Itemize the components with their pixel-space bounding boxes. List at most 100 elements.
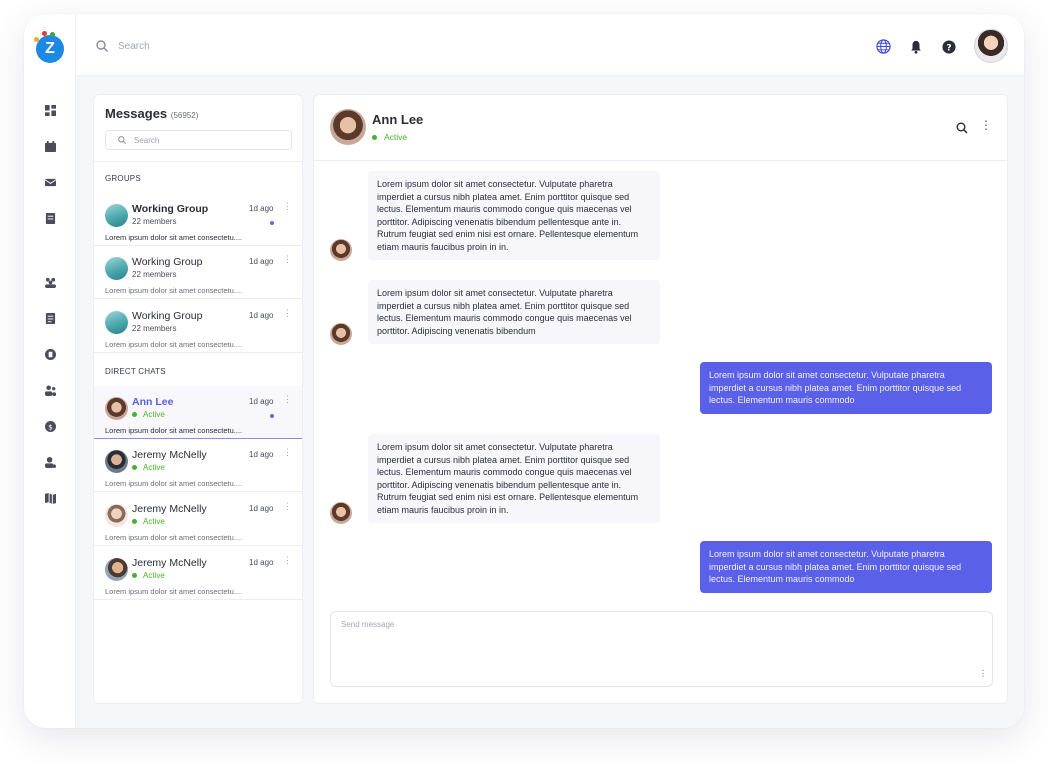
top-bar: Search ? <box>76 14 1024 76</box>
outgoing-message: Lorem ipsum dolor sit amet consectetur. … <box>700 362 992 414</box>
user-settings-icon[interactable] <box>44 456 56 468</box>
help-icon[interactable]: ? <box>941 39 956 54</box>
contact-name: Jeremy McNelly <box>132 449 207 461</box>
search-icon[interactable] <box>956 122 968 134</box>
logo-dot <box>34 37 39 42</box>
contact-avatar <box>105 397 128 420</box>
chat-time: 1d ago <box>249 397 274 406</box>
chat-preview: Lorem ipsum dolor sit amet consectetu...… <box>105 587 243 596</box>
chat-time: 1d ago <box>249 558 274 567</box>
logo-dot <box>50 32 55 37</box>
map-icon[interactable] <box>44 492 56 504</box>
direct-chat-item[interactable]: Ann Lee Active 1d ago ⋮ Lorem ipsum dolo… <box>94 386 302 439</box>
more-options-icon[interactable]: ⋮ <box>979 670 987 678</box>
chat-preview: Lorem ipsum dolor sit amet consectetu...… <box>105 340 243 349</box>
group-name: Working Group <box>132 203 209 215</box>
incoming-message: Lorem ipsum dolor sit amet consectetur. … <box>368 280 660 344</box>
group-chat-item[interactable]: Working Group 22 members 1d ago ⋮ Lorem … <box>94 246 302 299</box>
contact-avatar <box>105 558 128 581</box>
group-members: 22 members <box>132 217 177 226</box>
global-search[interactable]: Search <box>96 40 150 52</box>
messages-panel: Messages (56952) Search GROUPS Working G… <box>93 94 303 704</box>
chat-preview: Lorem ipsum dolor sit amet consectetu...… <box>105 286 243 295</box>
notes-icon[interactable] <box>44 312 56 324</box>
main-content: Messages (56952) Search GROUPS Working G… <box>76 76 1024 728</box>
contact-name: Ann Lee <box>132 396 174 408</box>
incoming-message: Lorem ipsum dolor sit amet consectetur. … <box>368 434 660 523</box>
contact-avatar <box>330 239 352 261</box>
chat-preview: Lorem ipsum dolor sit amet consectetu...… <box>105 533 243 542</box>
chat-time: 1d ago <box>249 311 274 320</box>
chat-preview: Lorem ipsum dolor sit amet consectetu...… <box>105 426 243 435</box>
user-avatar[interactable] <box>974 29 1008 63</box>
group-members: 22 members <box>132 270 177 279</box>
bell-icon[interactable] <box>908 39 923 54</box>
incoming-message: Lorem ipsum dolor sit amet consectetur. … <box>368 171 660 260</box>
logo[interactable]: Z <box>34 31 64 63</box>
document-icon[interactable] <box>44 212 56 224</box>
status-text: Active <box>143 463 165 472</box>
direct-chat-item[interactable]: Jeremy McNelly Active 1d ago ⋮ Lorem ips… <box>94 493 302 546</box>
more-options-icon[interactable]: ⋮ <box>283 309 292 318</box>
message-input[interactable] <box>341 620 971 676</box>
divider <box>94 161 302 162</box>
status-text: Active <box>143 410 165 419</box>
unread-dot <box>270 414 274 418</box>
contact-name: Jeremy McNelly <box>132 503 207 515</box>
badge-icon[interactable] <box>44 348 56 360</box>
dollar-icon[interactable]: $ <box>44 420 56 432</box>
search-icon <box>96 40 108 52</box>
status-text: Active <box>143 571 165 580</box>
messages-title-text: Messages <box>105 106 168 121</box>
direct-chat-item[interactable]: Jeremy McNelly Active 1d ago ⋮ Lorem ips… <box>94 547 302 600</box>
group-chat-item[interactable]: Working Group 22 members 1d ago ⋮ Lorem … <box>94 300 302 353</box>
direct-chats-section-label: DIRECT CHATS <box>105 367 166 376</box>
chat-time: 1d ago <box>249 504 274 513</box>
more-options-icon[interactable]: ⋮ <box>283 448 292 457</box>
groups-section-label: GROUPS <box>105 174 141 183</box>
contact-avatar <box>105 450 128 473</box>
svg-text:$: $ <box>48 422 53 431</box>
status-dot <box>132 519 137 524</box>
group-members: 22 members <box>132 324 177 333</box>
conversation-contact-name: Ann Lee <box>372 112 424 127</box>
logo-dot <box>42 31 47 36</box>
more-options-icon[interactable]: ⋮ <box>283 502 292 511</box>
messages-count: (56952) <box>170 111 199 120</box>
direct-chat-item[interactable]: Jeremy McNelly Active 1d ago ⋮ Lorem ips… <box>94 439 302 492</box>
svg-text:?: ? <box>946 43 951 53</box>
users-icon[interactable] <box>44 384 56 396</box>
global-search-placeholder: Search <box>118 40 150 52</box>
globe-icon[interactable] <box>876 39 891 54</box>
more-options-icon[interactable]: ⋮ <box>283 255 292 264</box>
chat-preview: Lorem ipsum dolor sit amet consectetu...… <box>105 233 243 242</box>
messages-search-input[interactable]: Search <box>105 130 292 150</box>
group-name: Working Group <box>132 256 203 268</box>
calendar-icon[interactable] <box>44 140 56 152</box>
more-options-icon[interactable]: ⋮ <box>283 202 292 211</box>
more-options-icon[interactable]: ⋮ <box>283 395 292 404</box>
chat-time: 1d ago <box>249 204 274 213</box>
contact-avatar <box>330 323 352 345</box>
group-name: Working Group <box>132 310 203 322</box>
status-dot <box>132 412 137 417</box>
unread-dot <box>270 221 274 225</box>
group-chat-item[interactable]: Working Group 22 members 1d ago ⋮ Lorem … <box>94 193 302 246</box>
status-dot <box>132 573 137 578</box>
chat-time: 1d ago <box>249 450 274 459</box>
more-options-icon[interactable]: ⋮ <box>283 556 292 565</box>
contact-avatar <box>330 502 352 524</box>
group-avatar <box>105 311 128 334</box>
conversation-header: Ann Lee Active ⋮ <box>314 95 1007 161</box>
dashboard-icon[interactable] <box>44 104 56 116</box>
logo-letter: Z <box>45 40 55 57</box>
mail-icon[interactable] <box>44 176 56 188</box>
group-avatar <box>105 204 128 227</box>
status-text: Active <box>143 517 165 526</box>
conversation-contact-status: Active <box>372 132 407 142</box>
more-options-icon[interactable]: ⋮ <box>980 119 992 131</box>
team-icon[interactable] <box>44 276 56 288</box>
status-text: Active <box>384 132 408 142</box>
chat-time: 1d ago <box>249 257 274 266</box>
contact-avatar[interactable] <box>330 109 366 145</box>
